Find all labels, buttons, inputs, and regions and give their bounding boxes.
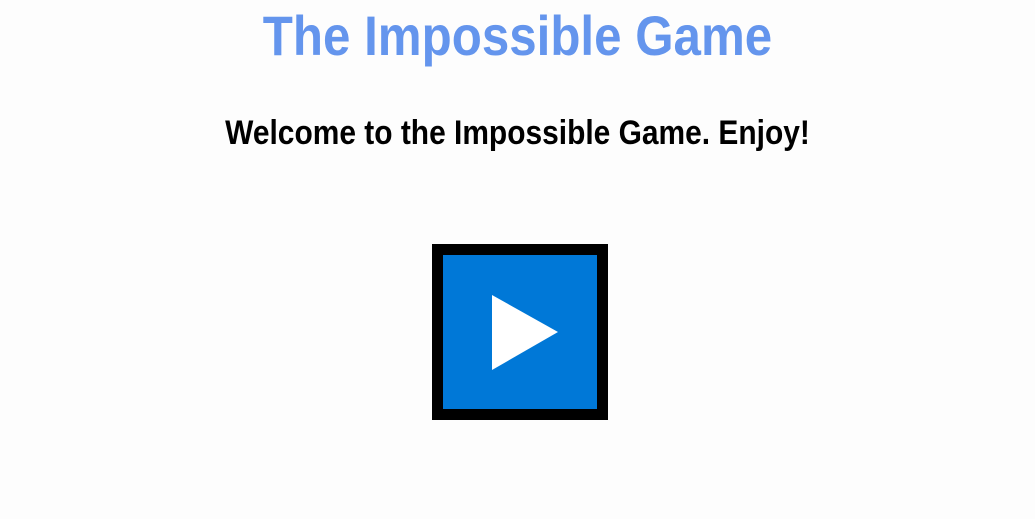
welcome-message: Welcome to the Impossible Game. Enjoy! [225, 114, 810, 152]
play-button[interactable] [432, 244, 608, 420]
play-icon [492, 295, 558, 370]
game-screen: The Impossible Game Welcome to the Impos… [0, 0, 1035, 519]
game-title: The Impossible Game [262, 4, 773, 67]
